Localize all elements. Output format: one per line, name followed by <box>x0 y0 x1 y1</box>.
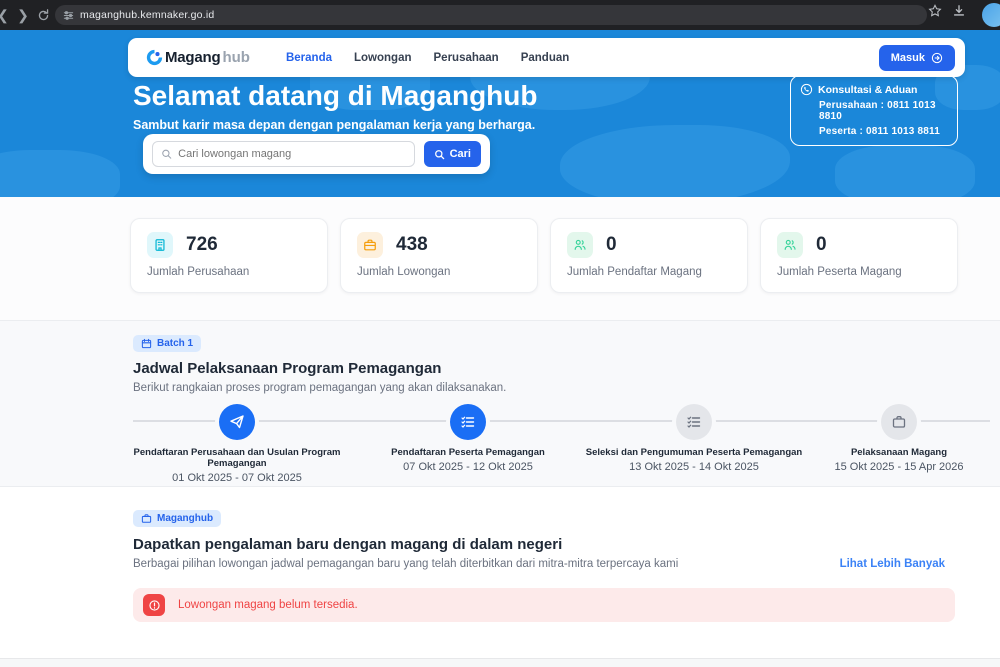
map-decoration <box>0 150 120 197</box>
timeline-section: Batch 1 Jadwal Pelaksanaan Program Pemag… <box>0 320 1000 487</box>
search-button[interactable]: Cari <box>424 141 481 167</box>
batch-badge: Batch 1 <box>133 335 201 352</box>
alert-icon <box>143 594 165 616</box>
maganghub-logo[interactable]: Maganghub <box>146 49 250 66</box>
stat-value: 0 <box>816 234 827 256</box>
nav-links: Beranda Lowongan Perusahaan Panduan <box>286 52 879 64</box>
contact-title: Konsultasi & Aduan <box>818 84 917 96</box>
see-more-link[interactable]: Lihat Lebih Banyak <box>840 558 945 570</box>
step-title: Seleksi dan Pengumuman Peserta Pemaganga… <box>574 447 814 458</box>
stat-label: Jumlah Perusahaan <box>147 266 311 278</box>
map-decoration <box>835 145 975 197</box>
hero-subtitle: Sambut karir masa depan dengan pengalama… <box>133 118 535 132</box>
briefcase-icon <box>881 404 917 440</box>
stat-label: Jumlah Lowongan <box>357 266 521 278</box>
stat-card-pendaftar: 0 Jumlah Pendaftar Magang <box>550 218 748 293</box>
step-date: 07 Okt 2025 - 12 Okt 2025 <box>348 461 588 473</box>
vacancies-title: Dapatkan pengalaman baru dengan magang d… <box>133 536 562 553</box>
hero-title: Selamat datang di Maganghub <box>133 80 537 112</box>
empty-vacancies-alert: Lowongan magang belum tersedia. <box>133 588 955 622</box>
logo-text-light: hub <box>222 49 250 66</box>
timeline-step-2: Pendaftaran Peserta Pemagangan 07 Okt 20… <box>348 404 588 473</box>
step-date: 01 Okt 2025 - 07 Okt 2025 <box>117 472 357 484</box>
map-decoration <box>560 125 790 197</box>
briefcase-icon <box>357 232 383 258</box>
checklist-icon <box>450 404 486 440</box>
nav-item-beranda[interactable]: Beranda <box>286 52 332 64</box>
search-input-wrapper <box>152 141 415 167</box>
briefcase-icon <box>141 513 152 524</box>
login-button[interactable]: Masuk <box>879 45 955 71</box>
maganghub-badge-label: Maganghub <box>157 513 213 524</box>
building-icon <box>147 232 173 258</box>
url-text: maganghub.kemnaker.go.id <box>80 9 214 21</box>
login-icon <box>931 52 943 64</box>
stat-value: 0 <box>606 234 617 256</box>
stat-card-perusahaan: 726 Jumlah Perusahaan <box>130 218 328 293</box>
paper-plane-icon <box>219 404 255 440</box>
login-button-label: Masuk <box>891 52 925 64</box>
step-title: Pelaksanaan Magang <box>779 447 1000 458</box>
whatsapp-icon <box>800 83 813 96</box>
logo-text-bold: Magang <box>165 49 220 66</box>
download-icon[interactable] <box>952 4 966 18</box>
calendar-icon <box>141 338 152 349</box>
maganghub-logo-icon <box>146 49 163 66</box>
timeline-step-4: Pelaksanaan Magang 15 Okt 2025 - 15 Apr … <box>779 404 1000 473</box>
nav-item-perusahaan[interactable]: Perusahaan <box>434 52 499 64</box>
step-date: 15 Okt 2025 - 15 Apr 2026 <box>779 461 1000 473</box>
site-navbar: Maganghub Beranda Lowongan Perusahaan Pa… <box>128 38 965 77</box>
vacancies-subtitle: Berbagai pilihan lowongan jadwal pemagan… <box>133 558 678 570</box>
browser-chrome: ❮ ❯ maganghub.kemnaker.go.id <box>0 0 1000 30</box>
stat-card-lowongan: 438 Jumlah Lowongan <box>340 218 538 293</box>
url-bar[interactable]: maganghub.kemnaker.go.id <box>55 5 927 25</box>
stats-section: 726 Jumlah Perusahaan 438 Jumlah Lowonga… <box>0 197 1000 320</box>
stat-label: Jumlah Pendaftar Magang <box>567 266 731 278</box>
timeline-step-1: Pendaftaran Perusahaan dan Usulan Progra… <box>117 404 357 484</box>
profile-avatar[interactable] <box>982 3 1000 27</box>
maganghub-badge: Maganghub <box>133 510 221 527</box>
search-button-label: Cari <box>450 148 471 160</box>
stat-value: 726 <box>186 234 218 256</box>
search-input[interactable] <box>178 148 405 160</box>
users-icon <box>567 232 593 258</box>
contact-line-perusahaan: Perusahaan : 0811 1013 8810 <box>800 100 948 122</box>
step-title: Pendaftaran Perusahaan dan Usulan Progra… <box>117 447 357 469</box>
stat-value: 438 <box>396 234 428 256</box>
site-settings-icon[interactable] <box>63 10 74 21</box>
alert-message: Lowongan magang belum tersedia. <box>178 599 358 611</box>
forward-icon[interactable]: ❯ <box>12 4 34 26</box>
search-card: Cari <box>143 134 490 174</box>
step-date: 13 Okt 2025 - 14 Okt 2025 <box>574 461 814 473</box>
bookmark-star-icon[interactable] <box>928 4 942 18</box>
contact-line-peserta: Peserta : 0811 1013 8811 <box>800 126 948 137</box>
stat-card-peserta: 0 Jumlah Peserta Magang <box>760 218 958 293</box>
nav-item-lowongan[interactable]: Lowongan <box>354 52 412 64</box>
timeline-subtitle: Berikut rangkaian proses program pemagan… <box>133 382 506 394</box>
contact-box: Konsultasi & Aduan Perusahaan : 0811 101… <box>790 75 958 146</box>
timeline-step-3: Seleksi dan Pengumuman Peserta Pemaganga… <box>574 404 814 473</box>
timeline-title: Jadwal Pelaksanaan Program Pemagangan <box>133 360 441 377</box>
batch-badge-label: Batch 1 <box>157 338 193 349</box>
nav-item-panduan[interactable]: Panduan <box>521 52 570 64</box>
footer-band <box>0 658 1000 667</box>
search-icon <box>434 149 445 160</box>
search-icon <box>161 148 172 160</box>
checklist-icon <box>676 404 712 440</box>
hero-section: Selamat datang di Maganghub Maganghub Be… <box>0 30 1000 197</box>
users-icon <box>777 232 803 258</box>
step-title: Pendaftaran Peserta Pemagangan <box>348 447 588 458</box>
reload-icon[interactable] <box>32 4 54 26</box>
stat-label: Jumlah Peserta Magang <box>777 266 941 278</box>
